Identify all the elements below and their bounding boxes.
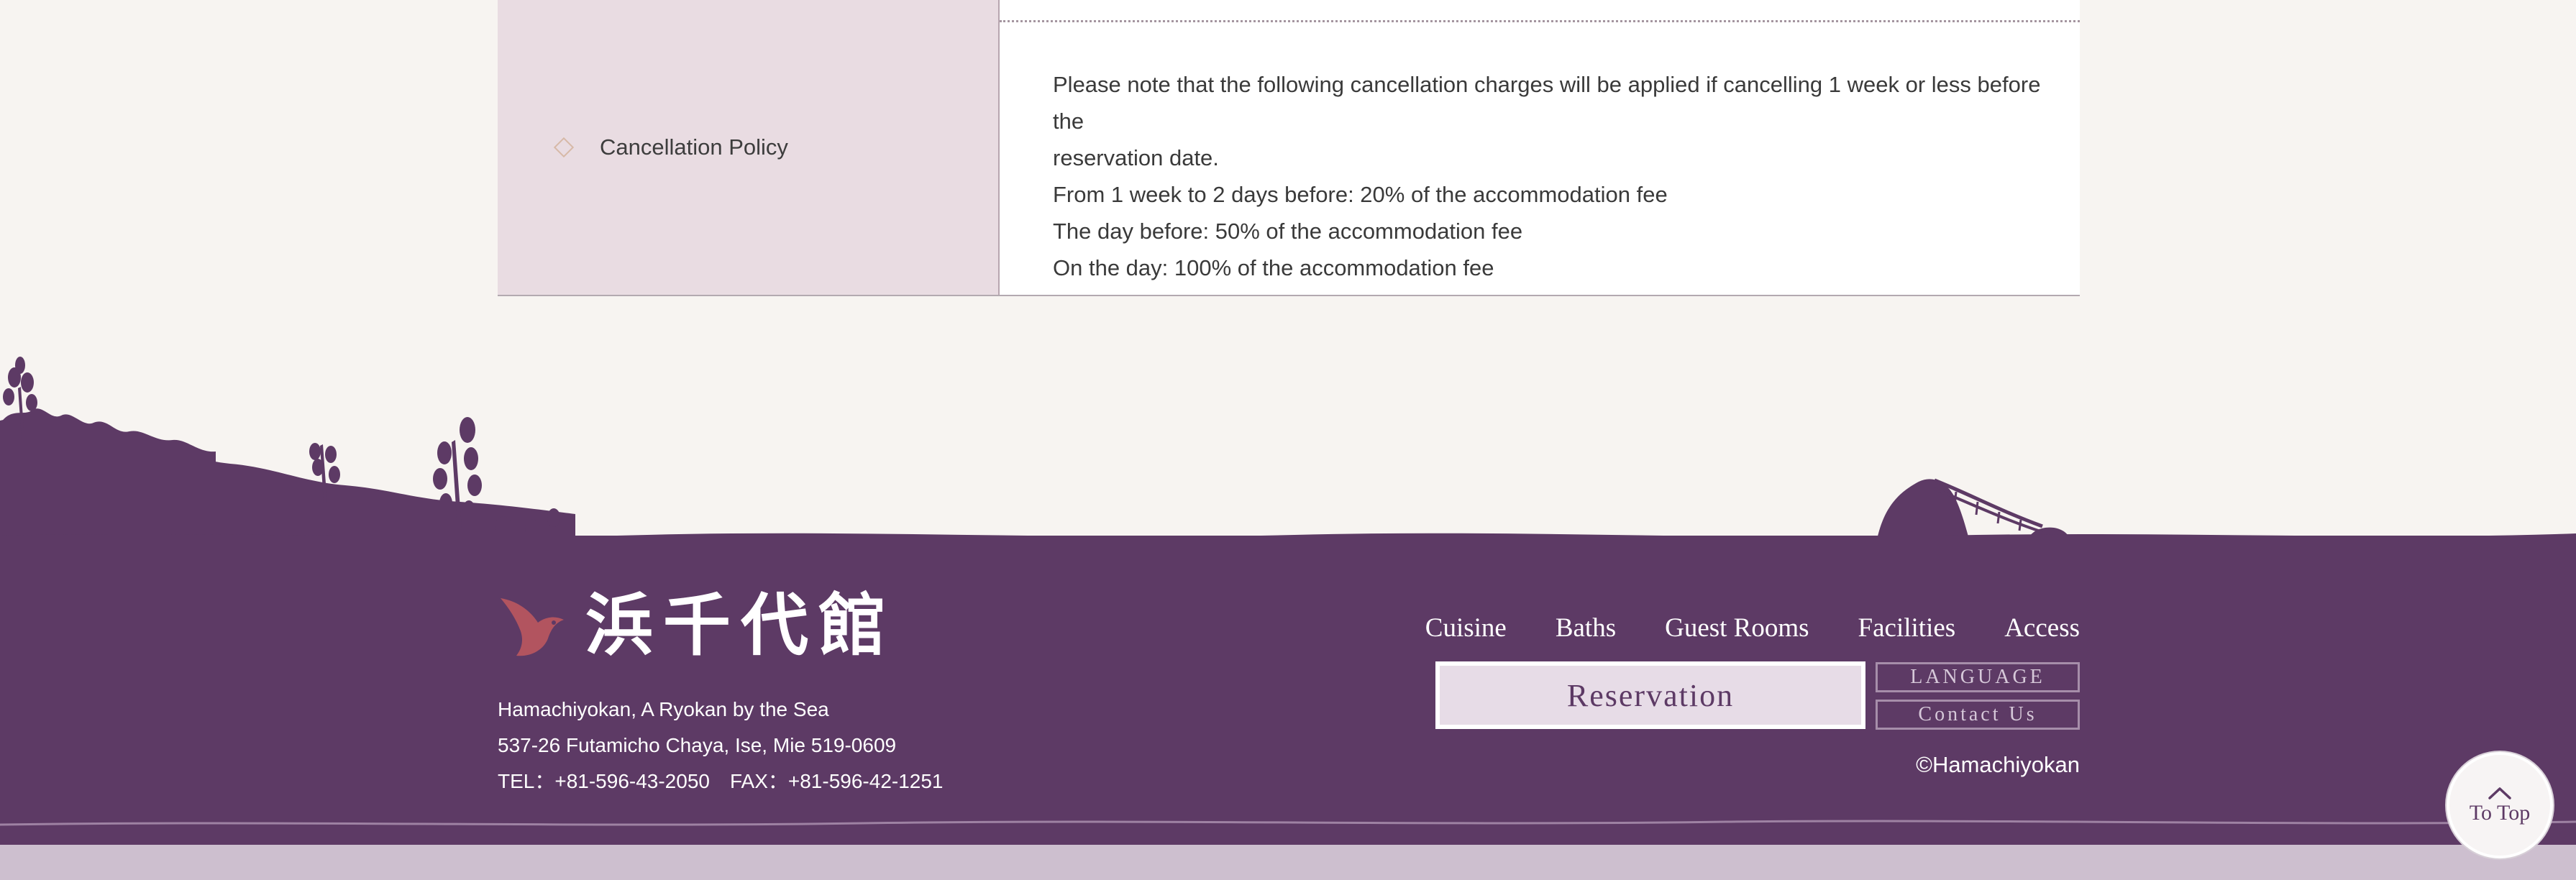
footer-nav: Cuisine Baths Guest Rooms Facilities Acc…: [1425, 613, 2080, 643]
site-logo[interactable]: 浜千代館: [498, 591, 896, 660]
to-top-label: To Top: [2469, 801, 2531, 825]
logo-wordmark: 浜千代館: [585, 586, 897, 665]
nav-facilities[interactable]: Facilities: [1858, 613, 1956, 643]
inn-name: Hamachiyokan, A Ryokan by the Sea: [498, 698, 829, 720]
cancellation-policy-table: Cancellation Policy Please note that the…: [498, 0, 2080, 296]
bottom-band: [0, 845, 2576, 880]
policy-line: On the day: 100% of the accommodation fe…: [1053, 255, 1494, 280]
nav-cuisine[interactable]: Cuisine: [1425, 613, 1507, 643]
nav-baths[interactable]: Baths: [1556, 613, 1616, 643]
phone-fax: TEL：+81-596-43-2050 FAX：+81-596-42-1251: [498, 770, 944, 792]
policy-line: The day before: 50% of the accommodation…: [1053, 219, 1523, 244]
policy-content-cell: Please note that the following cancellat…: [1000, 0, 2080, 295]
nav-access[interactable]: Access: [2004, 613, 2080, 643]
contact-us-button[interactable]: Contact Us: [1876, 700, 2080, 730]
policy-line: Please note that the following cancellat…: [1053, 72, 2041, 134]
policy-line: reservation date.: [1053, 145, 1219, 170]
diamond-bullet-icon: [553, 137, 575, 158]
copyright: ©Hamachiyokan: [1916, 752, 2080, 777]
language-button[interactable]: LANGUAGE: [1876, 662, 2080, 692]
to-top-button[interactable]: To Top: [2447, 752, 2553, 858]
street-address: 537-26 Futamicho Chaya, Ise, Mie 519-060…: [498, 734, 897, 756]
chevron-up-icon: [2488, 787, 2511, 799]
footer-wave-line: [0, 820, 2576, 826]
policy-header-cell: Cancellation Policy: [498, 0, 1000, 295]
policy-line: From 1 week to 2 days before: 20% of the…: [1053, 182, 1668, 207]
policy-label: Cancellation Policy: [600, 134, 788, 160]
nav-guest-rooms[interactable]: Guest Rooms: [1665, 613, 1809, 643]
scenery-silhouette: [0, 357, 2576, 554]
site-footer: [0, 536, 2576, 845]
plover-bird-icon: [501, 598, 564, 656]
footer-address: Hamachiyokan, A Ryokan by the Sea 537-26…: [498, 692, 944, 799]
reservation-button[interactable]: Reservation: [1435, 661, 1865, 729]
